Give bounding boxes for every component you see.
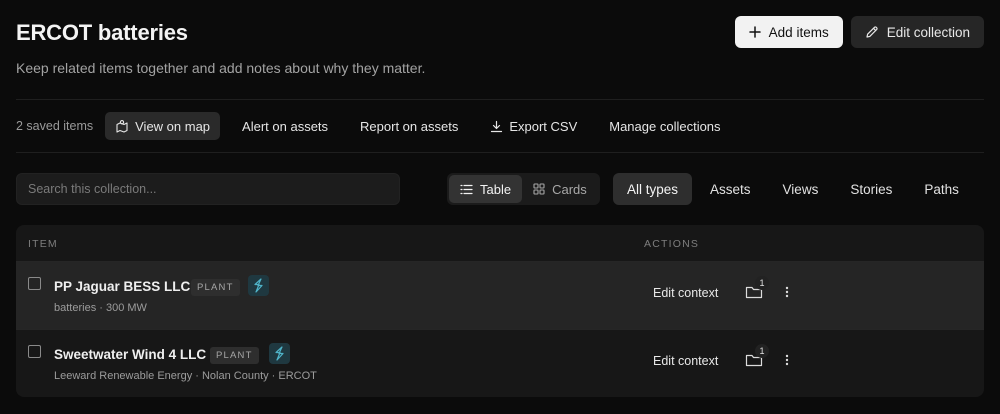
list-icon xyxy=(460,184,473,194)
collection-table: Item Actions PP Jaguar BESS LLC PLANT ba… xyxy=(16,225,984,397)
filter-all-types[interactable]: All types xyxy=(613,173,693,205)
table-header: Item Actions xyxy=(16,225,984,261)
pencil-icon xyxy=(866,26,878,38)
folder-count-badge: 1 xyxy=(755,344,769,358)
header-actions: Add items Edit collection xyxy=(734,16,984,48)
collection-search-input[interactable] xyxy=(16,173,400,205)
saved-items-count: 2 saved items xyxy=(16,119,94,133)
view-toggle: Table Cards xyxy=(447,173,600,205)
item-name[interactable]: Sweetwater Wind 4 LLC xyxy=(54,347,206,362)
report-on-assets-label: Report on assets xyxy=(360,118,459,134)
alert-on-assets-button[interactable]: Alert on assets xyxy=(232,112,338,140)
more-vertical-icon[interactable] xyxy=(779,284,795,300)
filter-assets[interactable]: Assets xyxy=(696,173,765,205)
cards-view-label: Cards xyxy=(552,181,587,197)
add-items-label: Add items xyxy=(768,24,829,40)
map-pin-icon xyxy=(116,120,128,133)
manage-collections-label: Manage collections xyxy=(609,118,721,134)
type-filters: All types Assets Views Stories Paths xyxy=(613,173,973,205)
row-checkbox[interactable] xyxy=(28,345,41,358)
cards-view-option[interactable]: Cards xyxy=(522,175,598,203)
manage-collections-button[interactable]: Manage collections xyxy=(599,112,730,140)
page-header: ERCOT batteries Keep related items toget… xyxy=(16,16,984,78)
edit-context-button[interactable]: Edit context xyxy=(653,286,718,300)
view-on-map-button[interactable]: View on map xyxy=(105,112,221,140)
more-vertical-icon[interactable] xyxy=(779,352,795,368)
view-on-map-label: View on map xyxy=(135,118,211,134)
edit-collection-button[interactable]: Edit collection xyxy=(850,16,984,48)
report-on-assets-button[interactable]: Report on assets xyxy=(350,112,468,140)
filter-paths[interactable]: Paths xyxy=(910,173,973,205)
page-title: ERCOT batteries xyxy=(16,20,188,45)
divider-middle xyxy=(16,152,984,153)
add-items-button[interactable]: Add items xyxy=(734,16,843,48)
item-meta: batteries · 300 MW xyxy=(54,302,147,314)
folder-count-badge: 1 xyxy=(755,276,769,290)
plus-icon xyxy=(748,26,761,38)
grid-icon xyxy=(533,183,545,195)
page-subtitle: Keep related items together and add note… xyxy=(16,60,426,76)
filter-views[interactable]: Views xyxy=(769,173,833,205)
collection-toolbar: 2 saved items View on map Alert on asset… xyxy=(16,112,743,140)
bolt-icon xyxy=(269,343,290,364)
row-checkbox[interactable] xyxy=(28,277,41,290)
table-view-option[interactable]: Table xyxy=(449,175,523,203)
item-meta: Leeward Renewable Energy · Nolan County … xyxy=(54,370,317,382)
edit-context-button[interactable]: Edit context xyxy=(653,354,718,368)
download-icon xyxy=(491,120,503,132)
table-row[interactable]: PP Jaguar BESS LLC PLANT batteries · 300… xyxy=(16,261,984,329)
export-csv-label: Export CSV xyxy=(509,118,578,134)
item-type-badge: PLANT xyxy=(210,347,259,364)
column-header-item: Item xyxy=(28,238,58,250)
column-header-actions: Actions xyxy=(644,238,700,250)
divider-top xyxy=(16,99,984,100)
item-type-badge: PLANT xyxy=(191,279,240,296)
table-view-label: Table xyxy=(480,181,512,197)
table-row[interactable]: Sweetwater Wind 4 LLC PLANT Leeward Rene… xyxy=(16,329,984,397)
export-csv-button[interactable]: Export CSV xyxy=(480,112,587,140)
alert-on-assets-label: Alert on assets xyxy=(242,118,329,134)
bolt-icon xyxy=(248,275,269,296)
edit-collection-label: Edit collection xyxy=(886,24,970,40)
item-name[interactable]: PP Jaguar BESS LLC xyxy=(54,279,190,294)
filter-stories[interactable]: Stories xyxy=(836,173,906,205)
